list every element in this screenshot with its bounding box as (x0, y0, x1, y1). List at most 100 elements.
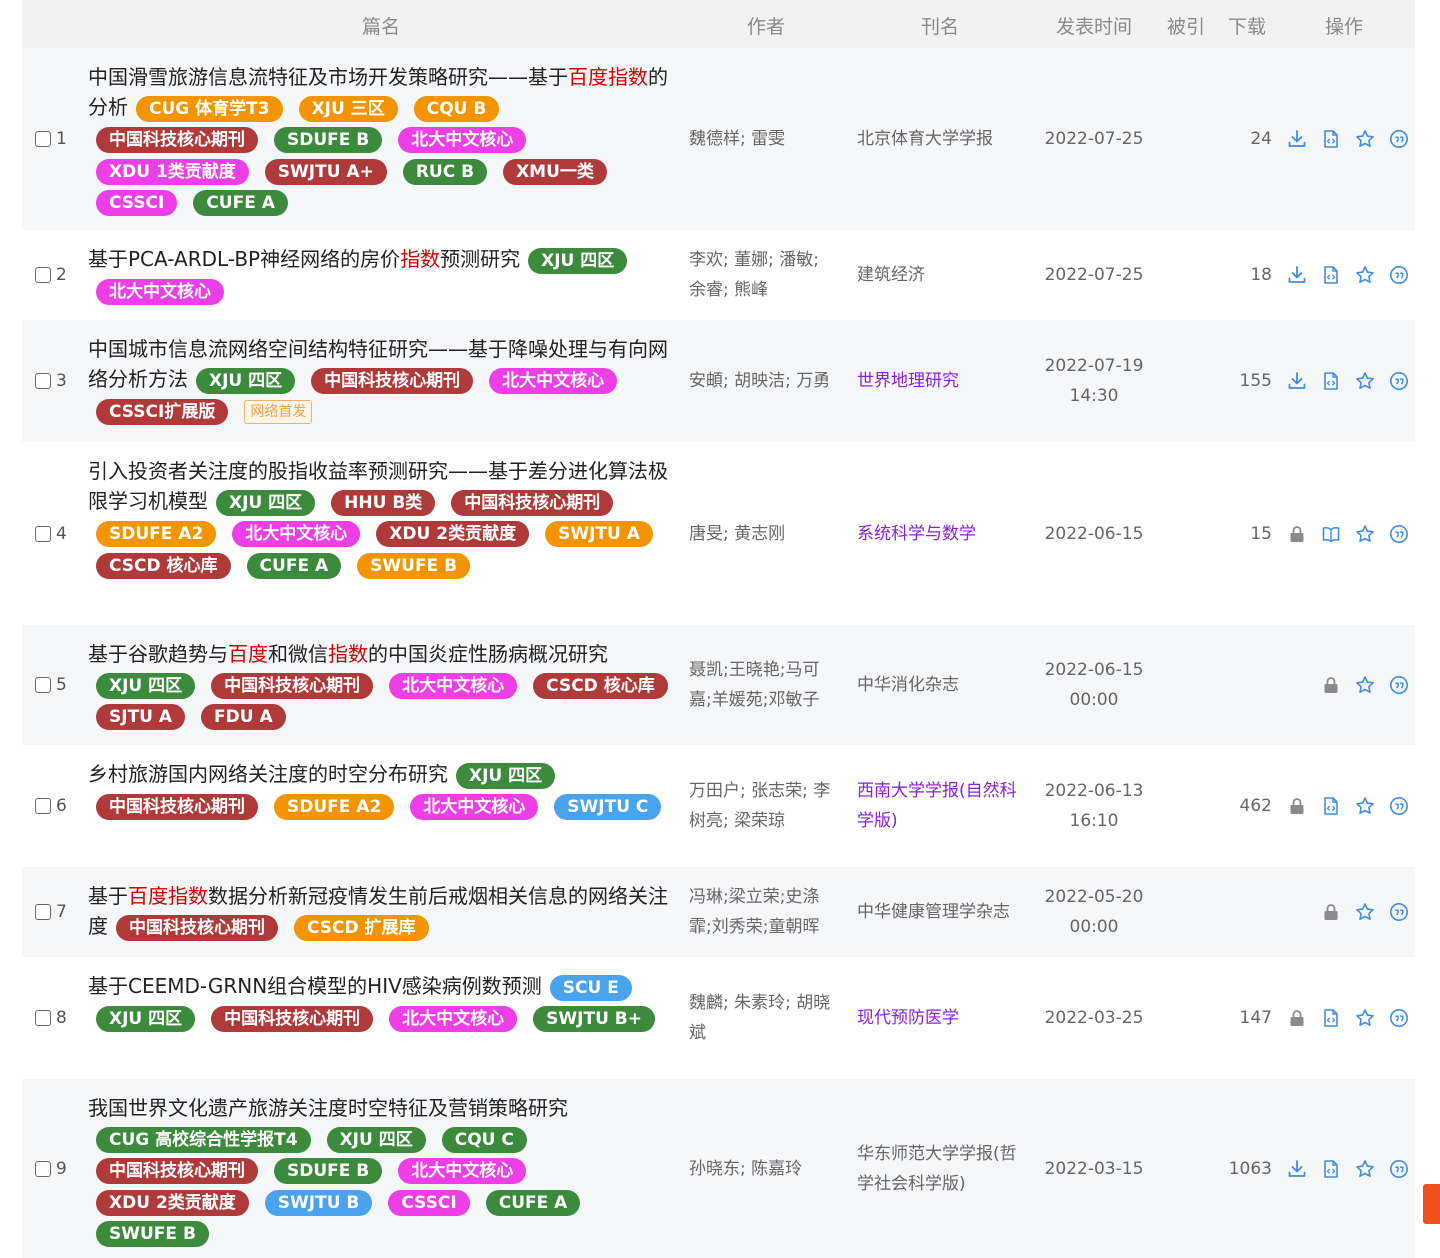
lock-icon[interactable] (1287, 524, 1307, 544)
journal-cell[interactable]: 建筑经济 (857, 260, 1032, 290)
row-checkbox[interactable] (35, 373, 51, 389)
journal-cell[interactable]: 现代预防医学 (857, 1003, 1032, 1033)
index-tag: CQU B (413, 95, 500, 122)
html-read-icon[interactable] (1321, 129, 1341, 149)
favorite-star-icon[interactable] (1355, 1159, 1375, 1179)
publish-date: 2022-06-13 16:10 (1044, 781, 1144, 831)
col-downloads-header[interactable]: 下载 (1228, 12, 1266, 39)
publish-date: 2022-06-15 00:00 (1044, 660, 1144, 710)
html-read-icon[interactable] (1321, 796, 1341, 816)
download-count: 18 (1250, 265, 1272, 285)
table-header: 篇名 作者 刊名 发表时间 被引 下载 操作 (22, 0, 1415, 48)
article-title-link[interactable]: 基于PCA-ARDL-BP神经网络的房价指数预测研究 (88, 247, 520, 271)
authors-cell[interactable]: 魏德样; 雷雯 (689, 124, 839, 154)
favorite-star-icon[interactable] (1355, 1008, 1375, 1028)
article-title-link[interactable]: 我国世界文化遗产旅游关注度时空特征及营销策略研究 (88, 1096, 568, 1120)
html-read-icon[interactable] (1321, 265, 1341, 285)
favorite-star-icon[interactable] (1355, 265, 1375, 285)
col-title-header[interactable]: 篇名 (362, 12, 400, 39)
table-row: 4 引入投资者关注度的股指收益率预测研究——基于差分进化算法极限学习机模型 XJU … (22, 442, 1415, 625)
title-keyword-highlight: 百度指数 (128, 884, 208, 908)
table-row: 9 我国世界文化遗产旅游关注度时空特征及营销策略研究 CUG 高校综合性学报T4 XJ… (22, 1079, 1415, 1258)
article-title-link[interactable]: 基于谷歌趋势与百度和微信指数的中国炎症性肠病概况研究 (88, 642, 608, 666)
cite-quote-icon[interactable] (1389, 902, 1409, 922)
row-checkbox[interactable] (35, 677, 51, 693)
col-cited-header[interactable]: 被引 (1167, 12, 1205, 39)
row-checkbox[interactable] (35, 525, 51, 542)
cite-quote-icon[interactable] (1389, 265, 1409, 285)
publish-date: 2022-03-25 (1044, 1008, 1144, 1028)
cite-quote-icon[interactable] (1389, 1008, 1409, 1028)
row-checkbox[interactable] (35, 131, 51, 147)
journal-cell[interactable]: 中华健康管理学杂志 (857, 897, 1032, 927)
index-tag: CUFE A (246, 552, 342, 579)
row-checkbox[interactable] (35, 267, 51, 283)
html-read-icon[interactable] (1321, 1008, 1341, 1028)
book-read-icon[interactable] (1321, 524, 1341, 544)
row-checkbox[interactable] (35, 798, 51, 814)
row-checkbox[interactable] (35, 1160, 51, 1177)
authors-cell[interactable]: 孙晓东; 陈嘉玲 (689, 1154, 839, 1184)
html-read-icon[interactable] (1321, 371, 1341, 391)
cite-quote-icon[interactable] (1389, 1159, 1409, 1179)
download-icon[interactable] (1287, 371, 1307, 391)
authors-cell[interactable]: 冯琳;梁立荣;史涤霏;刘秀荣;童朝晖 (689, 882, 839, 942)
favorite-star-icon[interactable] (1355, 371, 1375, 391)
index-tag: XJU 四区 (528, 247, 628, 274)
favorite-star-icon[interactable] (1355, 524, 1375, 544)
row-actions (1279, 1159, 1409, 1179)
journal-cell[interactable]: 华东师范大学学报(哲学社会科学版) (857, 1139, 1032, 1199)
lock-icon[interactable] (1321, 675, 1341, 695)
index-tag: 北大中文核心 (398, 127, 527, 153)
lock-icon[interactable] (1287, 796, 1307, 816)
cite-quote-icon[interactable] (1389, 129, 1409, 149)
authors-cell[interactable]: 安頔; 胡映洁; 万勇 (689, 366, 839, 396)
publish-date: 2022-05-20 00:00 (1044, 887, 1144, 937)
row-index: 9 (56, 1158, 67, 1179)
row-checkbox[interactable] (35, 904, 51, 920)
html-read-icon[interactable] (1321, 1159, 1341, 1179)
index-tag: CUG 体育学T3 (136, 95, 283, 122)
journal-cell[interactable]: 中华消化杂志 (857, 670, 1032, 700)
row-index: 8 (56, 1008, 67, 1028)
article-title-link[interactable]: 基于CEEMD-GRNN组合模型的HIV感染病例数预测 (88, 974, 542, 998)
authors-cell[interactable]: 唐旻; 黄志刚 (689, 519, 839, 549)
index-tag: CUFE A (193, 190, 288, 216)
index-tag: SWJTU A (545, 521, 653, 547)
authors-cell[interactable]: 魏麟; 朱素玲; 胡晓斌 (689, 988, 839, 1048)
journal-cell[interactable]: 北京体育大学学报 (857, 124, 1032, 154)
journal-cell[interactable]: 世界地理研究 (857, 366, 1032, 396)
cite-quote-icon[interactable] (1389, 675, 1409, 695)
index-tag: CSSCI (96, 190, 178, 216)
index-tag: SDUFE B (274, 1158, 383, 1184)
lock-icon[interactable] (1321, 902, 1341, 922)
table-row: 5 基于谷歌趋势与百度和微信指数的中国炎症性肠病概况研究 XJU 四区 中国科技核心期… (22, 625, 1415, 745)
lock-icon[interactable] (1287, 1008, 1307, 1028)
authors-cell[interactable]: 聂凯;王晓艳;马可嘉;羊媛苑;邓敏子 (689, 655, 839, 715)
journal-cell[interactable]: 西南大学学报(自然科学版) (857, 776, 1032, 836)
index-tag: SWJTU B (264, 1189, 373, 1216)
article-title-link[interactable]: 乡村旅游国内网络关注度的时空分布研究 (88, 762, 448, 786)
journal-cell[interactable]: 系统科学与数学 (857, 519, 1032, 549)
title-keyword-highlight: 百度 (228, 642, 268, 666)
index-tag: CUFE A (485, 1189, 581, 1216)
download-icon[interactable] (1287, 129, 1307, 149)
row-checkbox[interactable] (35, 1010, 51, 1026)
favorite-star-icon[interactable] (1355, 902, 1375, 922)
index-tag: XJU 四区 (326, 1126, 426, 1153)
download-icon[interactable] (1287, 1159, 1307, 1179)
favorite-star-icon[interactable] (1355, 675, 1375, 695)
cite-quote-icon[interactable] (1389, 524, 1409, 544)
authors-cell[interactable]: 万田户; 张志荣; 李树亮; 梁荣琼 (689, 776, 839, 836)
index-tag: SCU E (549, 974, 632, 1001)
cite-quote-icon[interactable] (1389, 371, 1409, 391)
cite-quote-icon[interactable] (1389, 796, 1409, 816)
favorite-star-icon[interactable] (1355, 129, 1375, 149)
title-cell: 乡村旅游国内网络关注度的时空分布研究 XJU 四区中国科技核心期刊 SDUFE A2… (88, 759, 678, 822)
side-float-button[interactable] (1423, 1184, 1440, 1224)
authors-cell[interactable]: 李欢; 董娜; 潘敏; 余睿; 熊峰 (689, 245, 839, 305)
title-cell: 引入投资者关注度的股指收益率预测研究——基于差分进化算法极限学习机模型 XJU 四… (88, 456, 678, 581)
favorite-star-icon[interactable] (1355, 796, 1375, 816)
download-icon[interactable] (1287, 265, 1307, 285)
col-date-header[interactable]: 发表时间 (1056, 12, 1132, 39)
